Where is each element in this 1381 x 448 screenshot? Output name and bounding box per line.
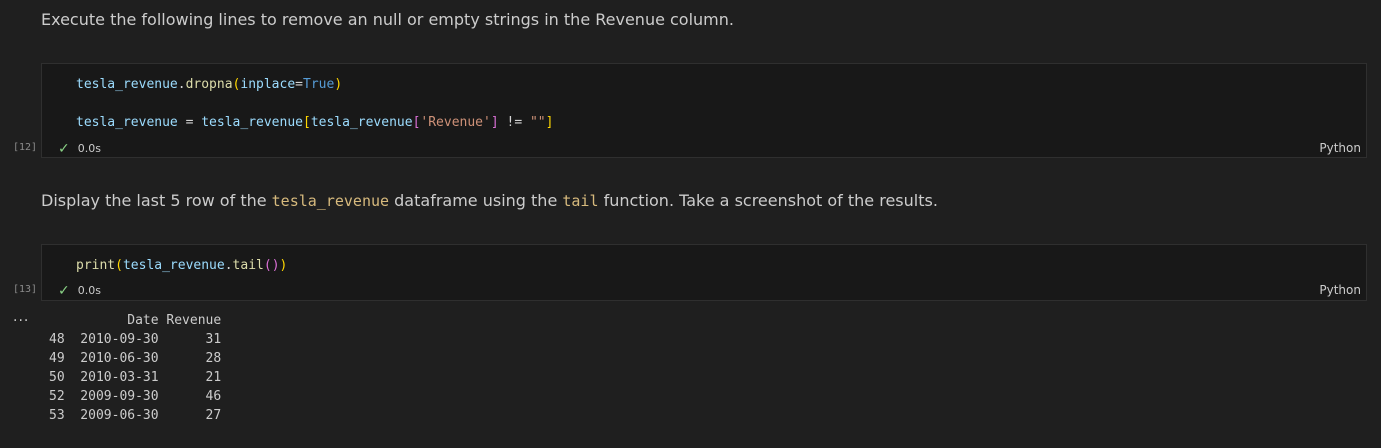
execution-count: [13] [13, 284, 38, 295]
cell-status: ✓ 0.0s [58, 282, 101, 299]
inline-code: tail [562, 192, 599, 210]
output-row: 52 2009-09-30 46 [49, 389, 222, 404]
inline-code: tesla_revenue [271, 192, 390, 210]
language-selector[interactable]: Python [1319, 141, 1361, 155]
output-row: 50 2010-03-31 21 [49, 370, 222, 385]
output-row: 48 2010-09-30 31 [49, 332, 222, 347]
check-icon: ✓ [58, 141, 70, 157]
markdown-cell-1: Execute the following lines to remove an… [41, 10, 734, 29]
code-cell-13[interactable]: print(tesla_revenue.tail()) ✓ 0.0s Python [41, 244, 1367, 301]
code-cell-12[interactable]: tesla_revenue.dropna(inplace=True) tesla… [41, 63, 1367, 158]
output-row: 49 2010-06-30 28 [49, 351, 222, 366]
output-header: Date Revenue [49, 313, 222, 328]
cell-output: Date Revenue 48 2010-09-30 31 49 2010-06… [49, 311, 221, 425]
language-selector[interactable]: Python [1319, 283, 1361, 297]
cell-status: ✓ 0.0s [58, 140, 101, 157]
execution-time: 0.0s [77, 142, 101, 155]
markdown-text: Display the last 5 row of the [41, 191, 272, 210]
output-menu-button[interactable]: ... [13, 309, 29, 325]
markdown-text: Execute the following lines to remove an… [41, 10, 734, 29]
code-line-2[interactable]: tesla_revenue = tesla_revenue[tesla_reve… [76, 115, 553, 130]
markdown-cell-2: Display the last 5 row of the tesla_reve… [41, 191, 938, 210]
execution-time: 0.0s [77, 284, 101, 297]
markdown-text: dataframe using the [389, 191, 563, 210]
code-line-1[interactable]: tesla_revenue.dropna(inplace=True) [76, 77, 342, 92]
markdown-text: function. Take a screenshot of the resul… [598, 191, 938, 210]
code-line-1[interactable]: print(tesla_revenue.tail()) [76, 258, 287, 273]
execution-count: [12] [13, 142, 38, 153]
check-icon: ✓ [58, 283, 70, 299]
output-row: 53 2009-06-30 27 [49, 408, 222, 423]
